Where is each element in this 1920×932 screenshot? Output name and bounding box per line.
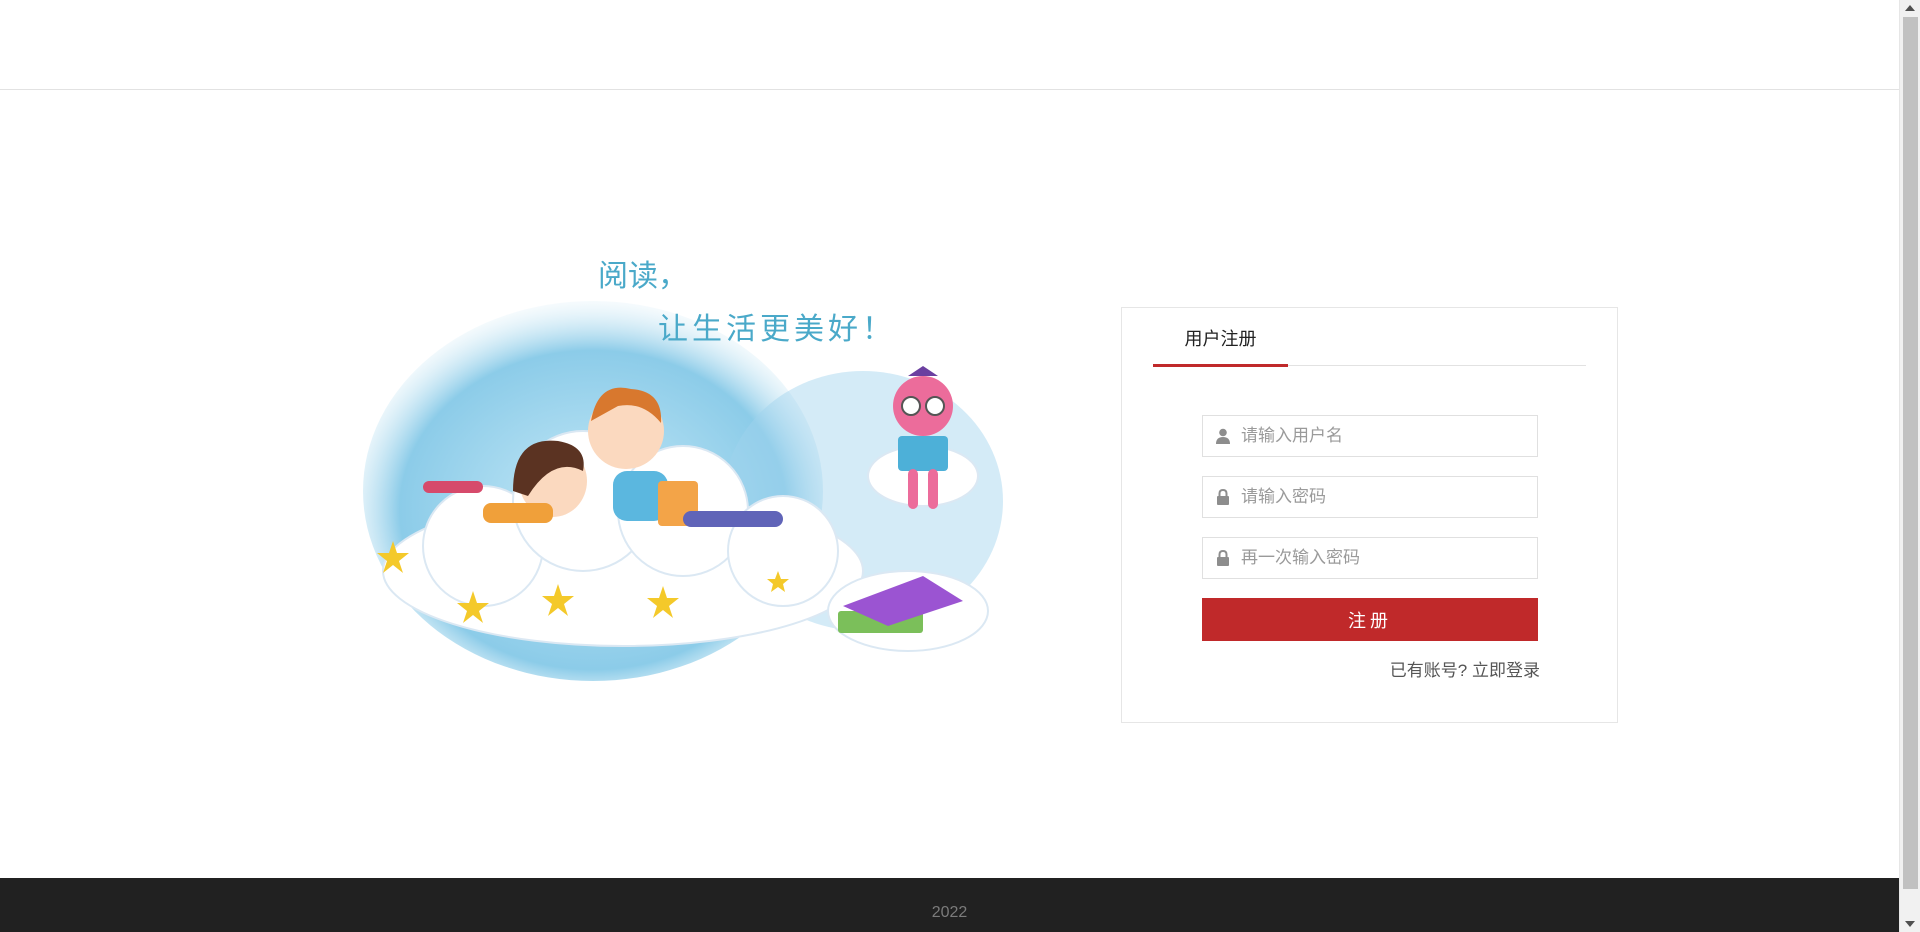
scroll-up-arrow-icon[interactable] [1905,5,1915,11]
scrollbar-thumb[interactable] [1903,17,1918,889]
tab-register[interactable]: 用户注册 [1153,328,1288,366]
tab-active-underline [1153,364,1288,367]
top-header [0,0,1899,90]
slogan-line-2: 让生活更美好！ [658,312,896,347]
confirm-password-input[interactable] [1241,538,1531,578]
confirm-password-field [1202,537,1538,579]
login-prompt-row: 已有账号? 立即登录 [1202,656,1540,681]
register-panel: 用户注册 注册 已有账号? [1121,307,1618,723]
register-button[interactable]: 注册 [1202,598,1538,641]
footer-year: 2022 [931,904,968,921]
username-input[interactable] [1241,416,1531,456]
user-icon [1216,428,1230,444]
tab-bar: 用户注册 [1153,328,1586,367]
username-field [1202,415,1538,457]
password-input[interactable] [1241,477,1531,517]
slogan-line-1: 阅读， [598,259,688,294]
footer: 2022 [0,878,1899,932]
login-prompt-text: 已有账号? [1389,661,1468,680]
lock-icon [1217,549,1229,566]
scroll-down-arrow-icon[interactable] [1905,921,1915,927]
lock-icon [1217,488,1229,505]
vertical-scrollbar[interactable] [1899,0,1920,932]
main-content: 阅读， 让生活更美好！ 用户注册 请输入用户名 注册 已有账号? 立即登录 [0,91,1899,878]
tab-register-label: 用户注册 [1184,329,1257,349]
password-field [1202,476,1538,518]
login-link[interactable]: 立即登录 [1472,661,1540,680]
reading-illustration: 阅读， 让生活更美好！ [363,259,1003,681]
